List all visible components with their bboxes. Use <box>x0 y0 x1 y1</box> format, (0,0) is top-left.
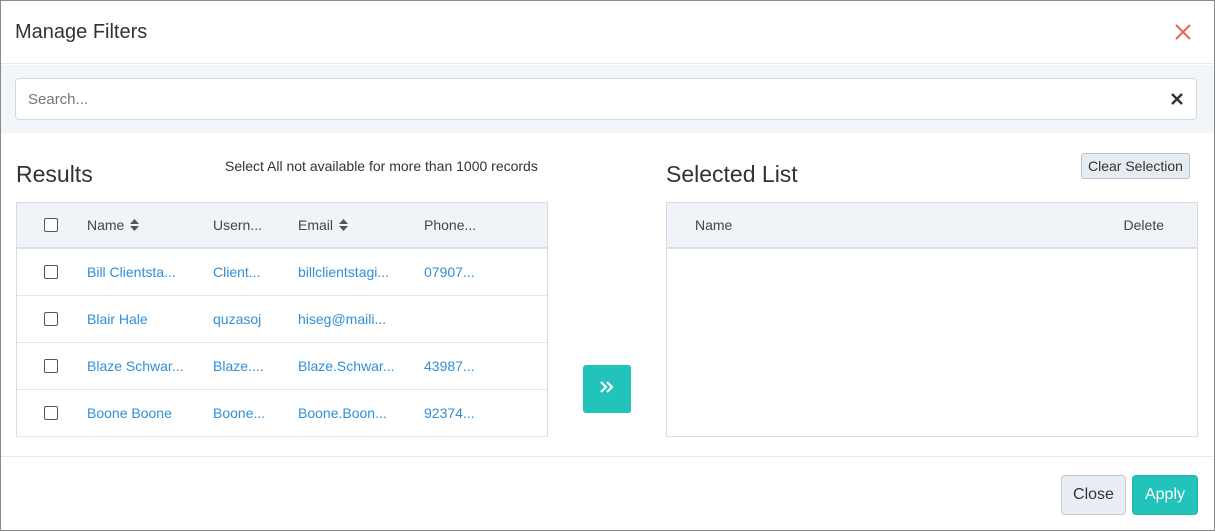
row-email[interactable]: hiseg@maili... <box>298 296 386 342</box>
double-chevron-right-icon <box>599 380 615 399</box>
search-box <box>15 78 1197 120</box>
column-header-name: Name <box>695 217 733 233</box>
row-username[interactable]: Boone... <box>213 390 265 436</box>
select-all-cell <box>44 203 58 247</box>
table-row: Blaze Schwar... Blaze.... Blaze.Schwar..… <box>17 343 547 390</box>
column-header-delete: Delete <box>1123 217 1164 233</box>
row-email[interactable]: Blaze.Schwar... <box>298 343 395 389</box>
search-bar <box>1 65 1214 133</box>
modal-title: Manage Filters <box>15 20 148 43</box>
column-header-phone[interactable]: Phone... <box>424 203 476 247</box>
row-checkbox[interactable] <box>44 265 58 279</box>
row-email[interactable]: billclientstagi... <box>298 249 389 295</box>
row-name[interactable]: Blaze Schwar... <box>87 343 184 389</box>
row-phone[interactable]: 07907... <box>424 249 475 295</box>
row-checkbox[interactable] <box>44 312 58 326</box>
column-header-email-label: Email <box>298 217 334 233</box>
table-row: Blair Hale quzasoj hiseg@maili... <box>17 296 547 343</box>
row-check-cell <box>44 343 58 389</box>
selected-table: Name Delete <box>666 202 1198 437</box>
apply-button[interactable]: Apply <box>1132 475 1198 515</box>
row-username[interactable]: quzasoj <box>213 296 261 342</box>
sort-icon[interactable] <box>339 219 349 231</box>
column-header-name[interactable]: Name <box>87 203 140 247</box>
move-to-selected-button[interactable] <box>583 365 631 413</box>
row-phone[interactable]: 43987... <box>424 343 475 389</box>
search-input[interactable] <box>26 89 1168 109</box>
select-all-note: Select All not available for more than 1… <box>225 158 538 174</box>
selected-table-header: Name Delete <box>667 203 1197 249</box>
row-checkbox[interactable] <box>44 359 58 373</box>
column-header-username[interactable]: Usern... <box>213 203 262 247</box>
column-header-email[interactable]: Email <box>298 203 349 247</box>
row-username[interactable]: Client... <box>213 249 260 295</box>
clear-selection-button[interactable]: Clear Selection <box>1081 153 1190 179</box>
table-row: Bill Clientsta... Client... billclientst… <box>17 249 547 296</box>
row-check-cell <box>44 390 58 436</box>
modal-header: Manage Filters <box>1 1 1214 64</box>
table-row: Boone Boone Boone... Boone.Boon... 92374… <box>17 390 547 437</box>
footer-divider <box>1 456 1214 457</box>
close-icon[interactable] <box>1172 21 1194 43</box>
row-phone[interactable]: 92374... <box>424 390 475 436</box>
row-name[interactable]: Bill Clientsta... <box>87 249 176 295</box>
results-title: Results <box>16 161 93 187</box>
sort-icon[interactable] <box>130 219 140 231</box>
results-table: Name Usern... Email Phone... Bill Client… <box>16 202 548 437</box>
row-email[interactable]: Boone.Boon... <box>298 390 387 436</box>
select-all-checkbox[interactable] <box>44 218 58 232</box>
column-header-name-label: Name <box>87 217 125 233</box>
selected-list-title: Selected List <box>666 161 798 187</box>
row-username[interactable]: Blaze.... <box>213 343 264 389</box>
row-name[interactable]: Blair Hale <box>87 296 148 342</box>
results-table-header: Name Usern... Email Phone... <box>17 203 547 249</box>
row-name[interactable]: Boone Boone <box>87 390 172 436</box>
row-check-cell <box>44 296 58 342</box>
clear-icon[interactable] <box>1168 90 1186 108</box>
row-check-cell <box>44 249 58 295</box>
close-button[interactable]: Close <box>1061 475 1126 515</box>
manage-filters-modal: Manage Filters Results Select All not av… <box>0 0 1215 531</box>
row-checkbox[interactable] <box>44 406 58 420</box>
